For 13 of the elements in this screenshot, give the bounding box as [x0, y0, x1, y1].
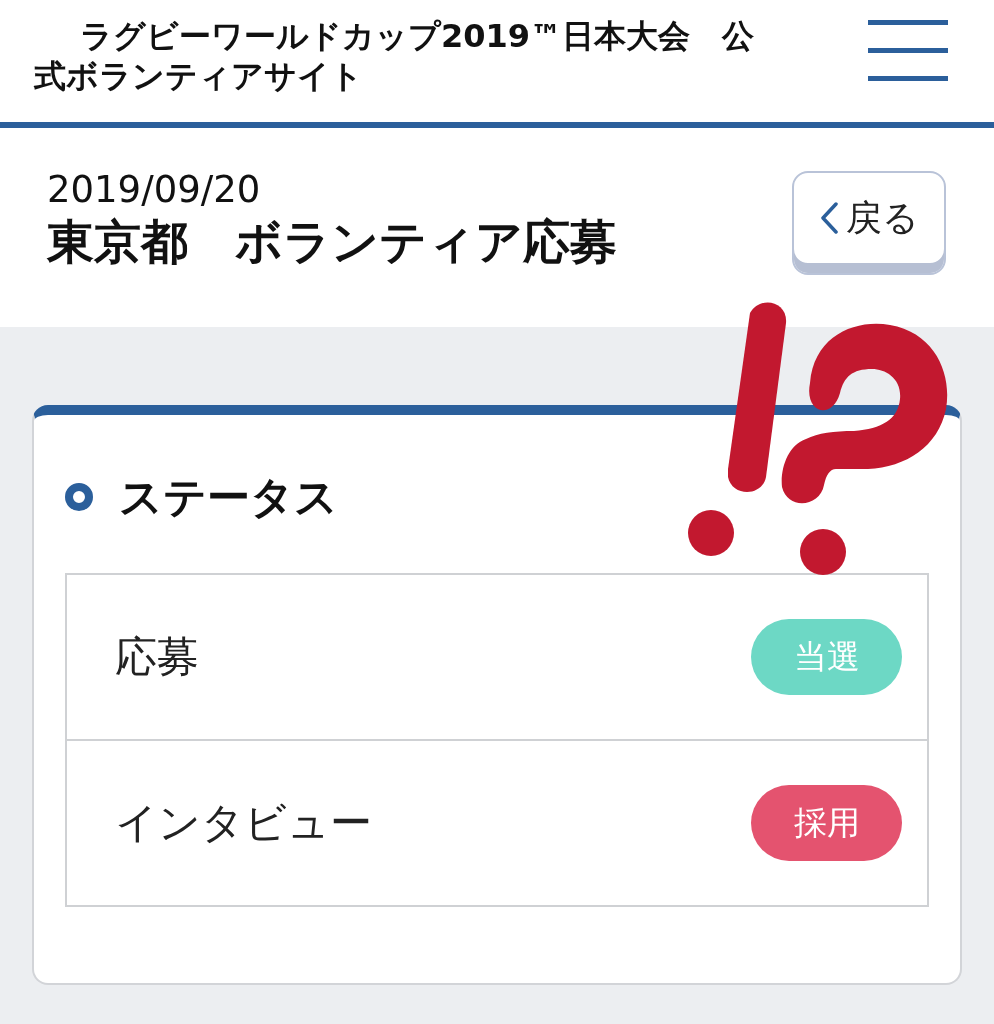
section-heading: ステータス — [119, 471, 338, 523]
date-text: 2019/09/20 — [47, 168, 262, 212]
status-label: 応募 — [115, 631, 199, 683]
status-badge: 当選 — [751, 619, 902, 695]
chevron-left-icon — [819, 202, 838, 234]
menu-icon — [868, 20, 948, 82]
ring-icon — [65, 483, 93, 511]
status-badge: 採用 — [751, 785, 902, 861]
menu-button[interactable] — [868, 20, 948, 82]
page-title: 東京都 ボランティア応募 — [47, 213, 617, 271]
status-label: インタビュー — [115, 797, 372, 849]
back-button[interactable]: 戻る — [792, 171, 946, 275]
site-title: ラグビーワールドカップ2019™日本大会 公式ボランティアサイト — [34, 16, 756, 96]
